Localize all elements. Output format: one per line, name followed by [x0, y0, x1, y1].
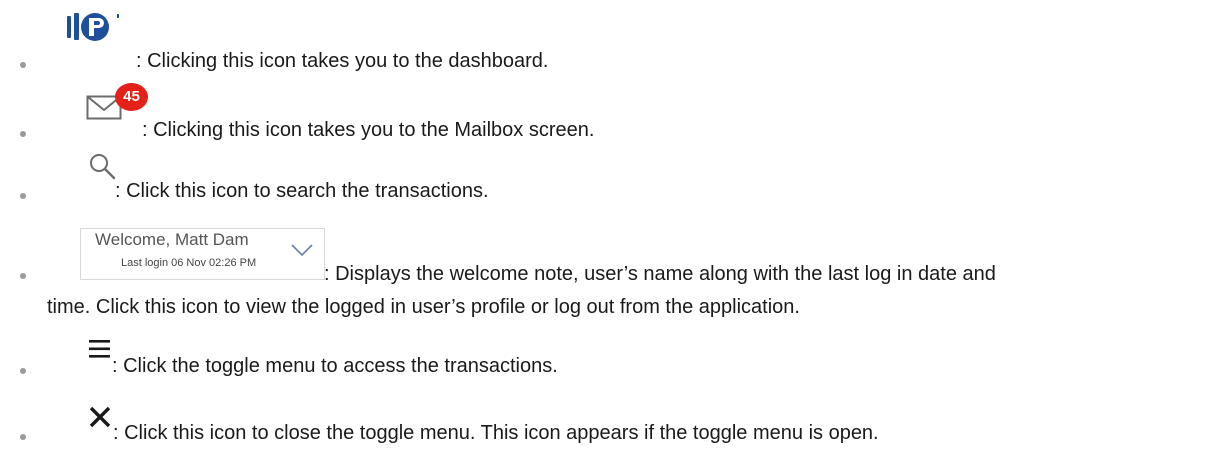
- list-item-toggle-menu: : Click the toggle menu to access the tr…: [0, 330, 1232, 390]
- bullet: [20, 62, 26, 68]
- list-item-mailbox: 45 : Clicking this icon takes you to the…: [0, 80, 1232, 150]
- bullet: [20, 434, 26, 440]
- user-menu-dropdown[interactable]: Welcome, Matt Dam Last login 06 Nov 02:2…: [80, 228, 325, 280]
- list-item-search: : Click this icon to search the transact…: [0, 150, 1232, 220]
- item-description: : Click the toggle menu to access the tr…: [112, 355, 558, 377]
- welcome-text: Welcome, Matt Dam: [95, 230, 249, 249]
- bullet: [20, 131, 26, 137]
- item-description: : Displays the welcome note, user’s name…: [324, 263, 996, 285]
- bullet: [20, 273, 26, 279]
- item-description: : Click this icon to search the transact…: [115, 180, 489, 202]
- bullet: [20, 193, 26, 199]
- mail-icon[interactable]: 45: [86, 83, 148, 123]
- item-description-continued: time. Click this icon to view the logged…: [47, 296, 800, 318]
- item-description: : Clicking this icon takes you to the Ma…: [142, 119, 595, 141]
- item-description: : Clicking this icon takes you to the da…: [136, 50, 549, 72]
- list-item-user-menu: Welcome, Matt Dam Last login 06 Nov 02:2…: [0, 220, 1232, 330]
- bullet: [20, 368, 26, 374]
- hamburger-menu-icon[interactable]: [88, 338, 112, 360]
- list-item-close-menu: : Click this icon to close the toggle me…: [0, 390, 1232, 456]
- company-logo-icon[interactable]: [65, 10, 135, 50]
- chevron-down-icon: [291, 244, 313, 257]
- close-icon[interactable]: [88, 406, 112, 428]
- last-login-text: Last login 06 Nov 02:26 PM: [121, 257, 257, 269]
- unread-count-badge: 45: [115, 83, 148, 111]
- search-icon[interactable]: [88, 152, 118, 182]
- item-description: : Click this icon to close the toggle me…: [113, 422, 879, 444]
- list-item-dashboard-logo: : Clicking this icon takes you to the da…: [0, 0, 1232, 80]
